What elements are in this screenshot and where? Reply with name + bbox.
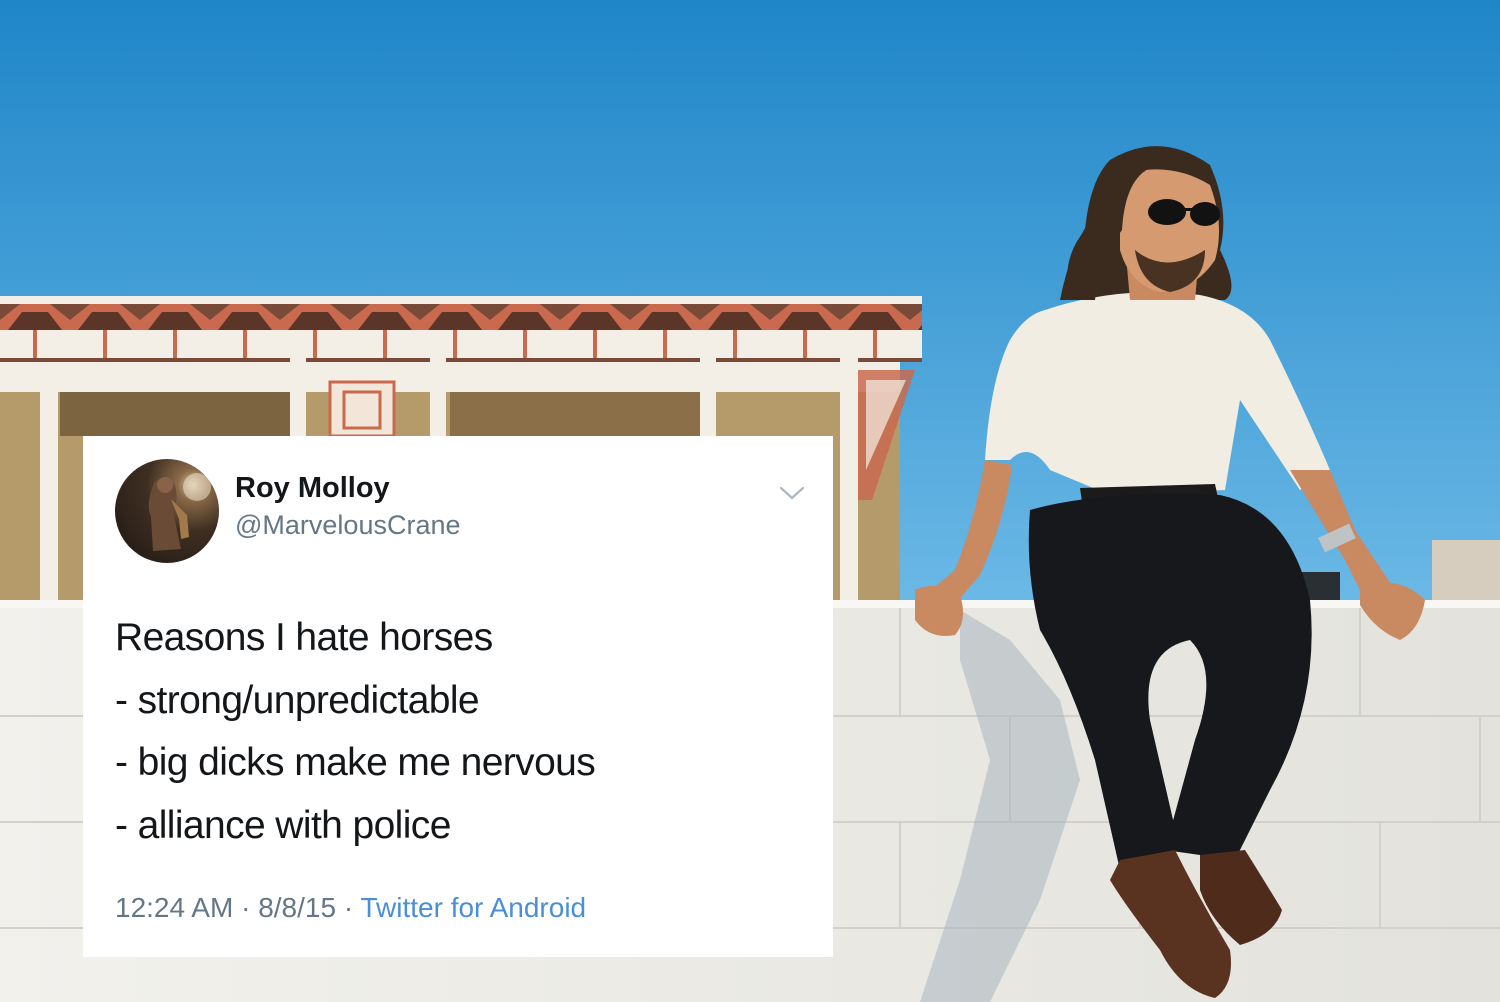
tweet-date[interactable]: 8/8/15 xyxy=(258,892,336,923)
handle[interactable]: @MarvelousCrane xyxy=(235,510,461,541)
display-name[interactable]: Roy Molloy xyxy=(235,472,390,505)
avatar[interactable] xyxy=(115,459,219,563)
tweet-line: - strong/unpredictable xyxy=(115,678,480,722)
profile-photo-icon xyxy=(148,473,211,551)
tweet-line: - big dicks make me nervous xyxy=(115,741,596,784)
tweet-card: Roy Molloy @MarvelousCrane Reasons I hat… xyxy=(83,436,833,957)
tweet-source-link[interactable]: Twitter for Android xyxy=(360,892,586,923)
tweet-line: - alliance with police xyxy=(115,803,451,847)
meta-separator: · xyxy=(343,892,354,923)
tweet-meta: 12:24 AM · 8/8/15 · Twitter for Android xyxy=(115,892,586,924)
tweet-text: Reasons I hate horses - strong/unpredict… xyxy=(115,607,805,857)
chevron-down-icon[interactable] xyxy=(779,484,805,502)
tweet-time[interactable]: 12:24 AM xyxy=(115,892,233,923)
meta-separator: · xyxy=(241,892,251,923)
tweet-line: Reasons I hate horses xyxy=(115,616,493,659)
